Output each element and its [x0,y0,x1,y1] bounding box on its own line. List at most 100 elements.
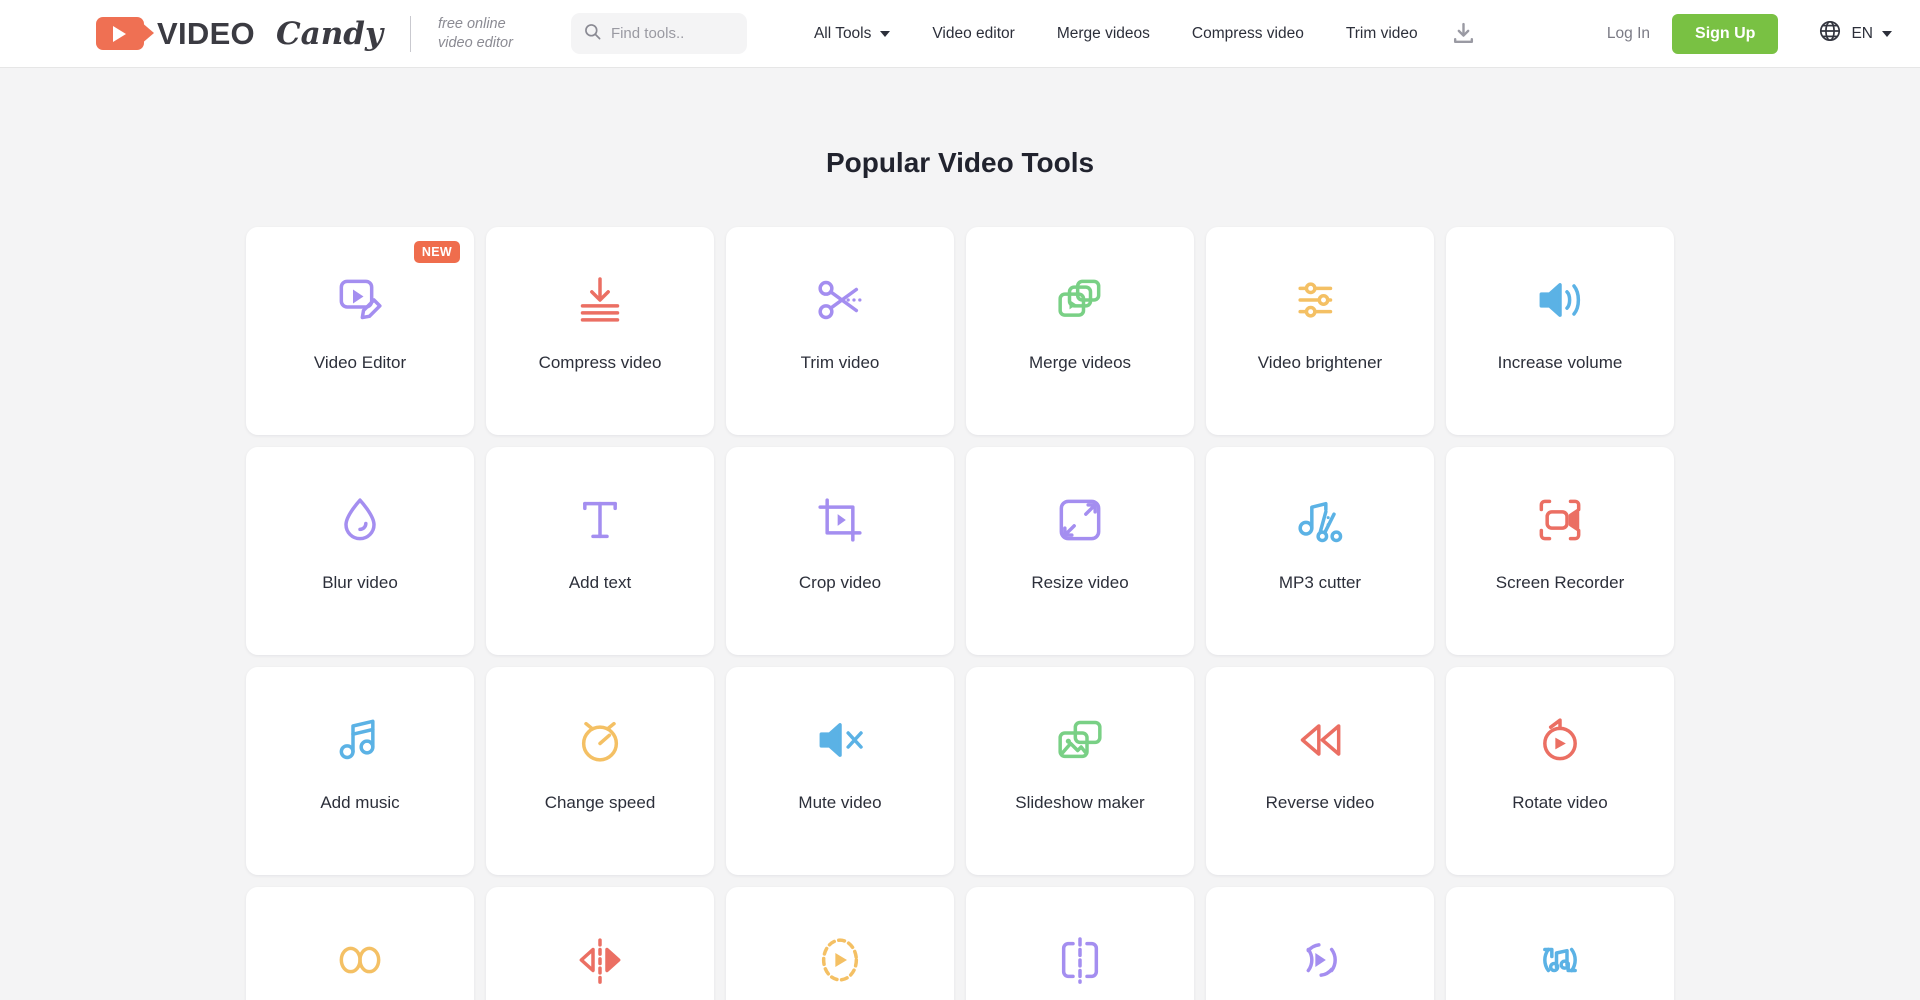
tool-card-label: Resize video [1025,573,1134,593]
tool-card[interactable] [246,887,474,1000]
tool-card-label: Video brightener [1252,353,1388,373]
tool-card[interactable]: Mute video [726,667,954,875]
tool-card-label: Rotate video [1506,793,1613,813]
tool-card-label: Change speed [539,793,662,813]
tool-card[interactable] [726,887,954,1000]
tool-card-label: Reverse video [1260,793,1381,813]
tool-card[interactable]: Rotate video [1446,667,1674,875]
new-badge: NEW [414,241,460,263]
droplet-icon [329,489,391,551]
tool-card[interactable]: Crop video [726,447,954,655]
nav-item-compress-video[interactable]: Compress video [1171,25,1325,43]
nav-label: Merge videos [1057,25,1150,43]
tool-card[interactable]: Video brightener [1206,227,1434,435]
tool-card-label: Add music [314,793,405,813]
music-note-icon [329,709,391,771]
tool-card[interactable]: MP3 cutter [1206,447,1434,655]
tool-card[interactable]: Add text [486,447,714,655]
slideshow-icon [1049,709,1111,771]
tool-card[interactable] [1446,887,1674,1000]
tool-card-label: Blur video [316,573,404,593]
nav-item-merge-videos[interactable]: Merge videos [1036,25,1171,43]
tool-card[interactable]: Increase volume [1446,227,1674,435]
signup-button[interactable]: Sign Up [1672,14,1778,54]
main-content: Popular Video Tools Video Editor NEW Compr… [0,68,1920,1000]
search-box[interactable] [571,13,747,54]
main-navigation: All Tools Video editor Merge videos Comp… [793,21,1476,46]
crop-icon [809,489,871,551]
tool-card-label: Slideshow maker [1009,793,1150,813]
tool-card[interactable] [966,887,1194,1000]
tool-card-label: Merge videos [1023,353,1137,373]
tool-card-label: Increase volume [1492,353,1629,373]
logo-tagline: free online video editor [438,15,513,52]
scissors-icon [809,269,871,331]
rewind-icon [1289,709,1351,771]
tool-card[interactable]: Change speed [486,667,714,875]
page-title: Popular Video Tools [0,147,1920,179]
tool-card[interactable]: Blur video [246,447,474,655]
resize-arrows-icon [1049,489,1111,551]
tools-grid: Video Editor NEW Compress video Trim video M… [240,227,1680,1000]
tool-card-label: MP3 cutter [1273,573,1367,593]
login-button[interactable]: Log In [1585,25,1672,43]
chevron-down-icon [1882,31,1892,37]
tool-card[interactable]: Resize video [966,447,1194,655]
tool-card-label: Add text [563,573,637,593]
tool-card-label: Video Editor [308,353,412,373]
flip-video-icon [569,929,631,991]
download-icon[interactable] [1451,21,1476,46]
tool-card-label: Mute video [792,793,887,813]
text-t-icon [569,489,631,551]
split-video-icon [1049,929,1111,991]
merge-videos-icon [1049,269,1111,331]
tool-card[interactable]: Merge videos [966,227,1194,435]
tool-card[interactable]: Reverse video [1206,667,1434,875]
nav-item-all-tools[interactable]: All Tools [793,25,911,43]
rotate-icon [1529,709,1591,771]
sliders-icon [1289,269,1351,331]
volume-mute-icon [809,709,871,771]
tool-card-label: Trim video [795,353,886,373]
tool-card[interactable] [1206,887,1434,1000]
search-icon [583,22,602,46]
compress-icon [569,269,631,331]
tool-card-label: Screen Recorder [1490,573,1631,593]
tool-card[interactable]: Compress video [486,227,714,435]
tool-card-label: Compress video [533,353,668,373]
header-actions: Log In Sign Up EN [1585,14,1892,54]
volume-up-icon [1529,269,1591,331]
tool-card[interactable]: Trim video [726,227,954,435]
loop-infinity-icon [329,929,391,991]
nav-item-video-editor[interactable]: Video editor [911,25,1035,43]
music-scissors-icon [1289,489,1351,551]
language-label: EN [1851,25,1873,43]
video-editor-icon [329,269,391,331]
nav-item-trim-video[interactable]: Trim video [1325,25,1439,43]
tool-card[interactable] [486,887,714,1000]
screen-record-icon [1529,489,1591,551]
chevron-down-icon [880,31,890,37]
logo-brand-primary: VIDEO [157,16,255,52]
tool-card[interactable]: Video Editor NEW [246,227,474,435]
tool-card[interactable]: Add music [246,667,474,875]
video-camera-logo-icon [96,17,144,50]
loop-audio-icon [1529,929,1591,991]
stopwatch-icon [569,709,631,771]
nav-label: Video editor [932,25,1014,43]
nav-label: Trim video [1346,25,1418,43]
logo-brand-secondary: Candy [276,16,383,52]
site-header: VIDEO Candy free online video editor All… [0,0,1920,68]
logo-divider [410,16,411,52]
globe-icon [1818,19,1842,48]
search-input[interactable] [611,25,735,42]
nav-label: All Tools [814,25,871,43]
loop-play-icon [1289,929,1351,991]
nav-label: Compress video [1192,25,1304,43]
tool-card[interactable]: Slideshow maker [966,667,1194,875]
language-selector[interactable]: EN [1818,19,1892,48]
tool-card-label: Crop video [793,573,887,593]
dashed-play-icon [809,929,871,991]
site-logo[interactable]: VIDEO Candy free online video editor [96,15,513,52]
tool-card[interactable]: Screen Recorder [1446,447,1674,655]
